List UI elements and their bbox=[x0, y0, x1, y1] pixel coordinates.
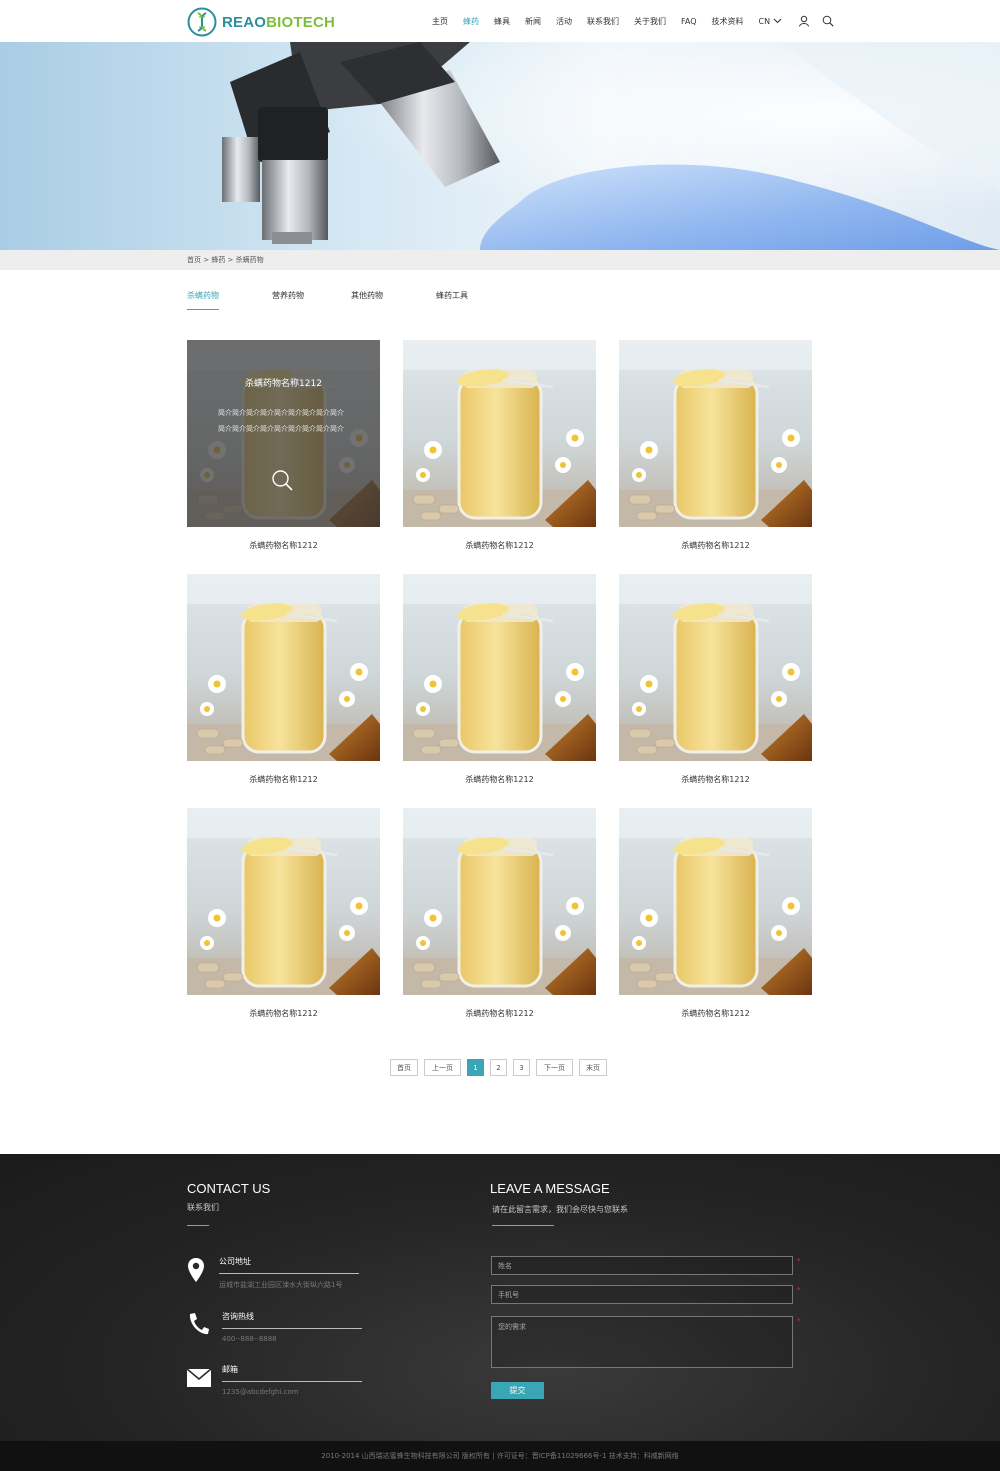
product-card[interactable]: 杀螨药物名称1212 bbox=[619, 340, 812, 551]
contact-title: CONTACT US bbox=[187, 1181, 271, 1196]
tab-medicine-tools[interactable]: 蜂药工具 bbox=[436, 290, 468, 309]
location-pin-icon bbox=[188, 1258, 204, 1282]
tab-other[interactable]: 其他药物 bbox=[351, 290, 383, 309]
copyright-bar: 2010-2014 山西瑞达蜜蜂生物科技有限公司 版权所有 | 许可证号：晋IC… bbox=[0, 1441, 1000, 1471]
user-icon[interactable] bbox=[798, 15, 810, 27]
product-card[interactable]: 杀螨药物名称1212 简介简介简介简介简介简介简介简介简介简介简介简介简介简介简介… bbox=[187, 340, 380, 551]
overlay-description: 简介简介简介简介简介简介简介简介简介简介简介简介简介简介简介简介简介简介 bbox=[218, 409, 344, 433]
tab-acaricide[interactable]: 杀螨药物 bbox=[187, 290, 219, 310]
page-first-button[interactable]: 首页 bbox=[390, 1059, 418, 1076]
product-name[interactable]: 杀螨药物名称1212 bbox=[619, 540, 812, 551]
required-mark: * bbox=[797, 1286, 801, 1294]
dna-logo-icon bbox=[187, 7, 217, 37]
product-image[interactable]: 杀螨药物名称1212 简介简介简介简介简介简介简介简介简介简介简介简介简介简介简介… bbox=[187, 340, 380, 527]
product-image[interactable] bbox=[403, 808, 596, 995]
message-title: LEAVE A MESSAGE bbox=[490, 1181, 610, 1196]
phone-icon bbox=[189, 1313, 209, 1335]
submit-button[interactable]: 提交 bbox=[491, 1382, 544, 1399]
copyright-text: 2010-2014 山西瑞达蜜蜂生物科技有限公司 版权所有 | 许可证号：晋IC… bbox=[321, 1452, 679, 1460]
message-subtitle: 请在此留言需求，我们会尽快与您联系 bbox=[492, 1205, 628, 1214]
nav-item-about[interactable]: 关于我们 bbox=[634, 16, 666, 27]
address-label: 公司地址 bbox=[219, 1257, 251, 1266]
page-3-button[interactable]: 3 bbox=[513, 1059, 530, 1076]
page-last-button[interactable]: 末页 bbox=[579, 1059, 607, 1076]
required-mark: * bbox=[797, 1317, 801, 1325]
need-textarea[interactable] bbox=[491, 1316, 793, 1368]
microscope-banner-image bbox=[0, 42, 1000, 250]
divider bbox=[222, 1381, 362, 1382]
product-name[interactable]: 杀螨药物名称1212 bbox=[187, 774, 380, 785]
product-name[interactable]: 杀螨药物名称1212 bbox=[619, 1008, 812, 1019]
search-icon[interactable] bbox=[271, 469, 293, 491]
product-card[interactable]: 杀螨药物名称1212 bbox=[187, 808, 380, 1019]
divider bbox=[219, 1273, 359, 1274]
nav-item-events[interactable]: 活动 bbox=[556, 16, 572, 27]
product-image[interactable] bbox=[403, 340, 596, 527]
phone-field[interactable] bbox=[491, 1285, 793, 1304]
product-name[interactable]: 杀螨药物名称1212 bbox=[619, 774, 812, 785]
product-name[interactable]: 杀螨药物名称1212 bbox=[187, 1008, 380, 1019]
email-label: 邮箱 bbox=[222, 1365, 238, 1374]
page-1-button[interactable]: 1 bbox=[467, 1059, 484, 1076]
tab-nutrition[interactable]: 营养药物 bbox=[272, 290, 304, 309]
chevron-down-icon bbox=[773, 18, 782, 24]
site-header: REAOBIOTECH 主页 蜂药 蜂具 新闻 活动 联系我们 关于我们 FAQ… bbox=[0, 0, 1000, 42]
page-next-button[interactable]: 下一页 bbox=[536, 1059, 573, 1076]
address-value: 运城市盐湖工业园区涑水大街纵六路1号 bbox=[219, 1281, 343, 1289]
product-image[interactable] bbox=[187, 808, 380, 995]
product-image[interactable] bbox=[403, 574, 596, 761]
phone-value: 400--888--8888 bbox=[222, 1335, 277, 1343]
divider bbox=[187, 1225, 209, 1226]
logo-text: REAOBIOTECH bbox=[222, 13, 336, 31]
language-label: CN bbox=[758, 16, 771, 26]
mail-icon bbox=[187, 1369, 211, 1387]
page-prev-button[interactable]: 上一页 bbox=[424, 1059, 461, 1076]
nav-item-bee-medicine[interactable]: 蜂药 bbox=[463, 16, 479, 27]
product-card[interactable]: 杀螨药物名称1212 bbox=[619, 574, 812, 785]
phone-label: 咨询热线 bbox=[222, 1312, 254, 1321]
nav-item-contact[interactable]: 联系我们 bbox=[587, 16, 619, 27]
product-card[interactable]: 杀螨药物名称1212 bbox=[403, 574, 596, 785]
product-card[interactable]: 杀螨药物名称1212 bbox=[619, 808, 812, 1019]
page-2-button[interactable]: 2 bbox=[490, 1059, 507, 1076]
product-image[interactable] bbox=[619, 340, 812, 527]
product-name[interactable]: 杀螨药物名称1212 bbox=[403, 774, 596, 785]
logo[interactable]: REAOBIOTECH bbox=[187, 6, 335, 38]
product-name[interactable]: 杀螨药物名称1212 bbox=[187, 540, 380, 551]
email-value: 1235@abcdefghi.com bbox=[222, 1388, 299, 1396]
product-image[interactable] bbox=[619, 574, 812, 761]
nav-item-faq[interactable]: FAQ bbox=[681, 17, 697, 26]
search-icon[interactable] bbox=[822, 15, 834, 27]
required-mark: * bbox=[797, 1257, 801, 1265]
product-card[interactable]: 杀螨药物名称1212 bbox=[403, 808, 596, 1019]
product-card[interactable]: 杀螨药物名称1212 bbox=[403, 340, 596, 551]
product-name[interactable]: 杀螨药物名称1212 bbox=[403, 540, 596, 551]
name-field[interactable] bbox=[491, 1256, 793, 1275]
product-hover-overlay[interactable]: 杀螨药物名称1212 简介简介简介简介简介简介简介简介简介简介简介简介简介简介简介… bbox=[187, 340, 380, 527]
main-nav: 主页 蜂药 蜂具 新闻 活动 联系我们 关于我们 FAQ 技术资料 CN bbox=[432, 0, 846, 42]
product-image[interactable] bbox=[187, 574, 380, 761]
contact-subtitle: 联系我们 bbox=[187, 1203, 219, 1212]
nav-item-tech-docs[interactable]: 技术资料 bbox=[712, 16, 744, 27]
hero-banner bbox=[0, 42, 1000, 250]
language-selector[interactable]: CN bbox=[759, 17, 783, 26]
nav-item-news[interactable]: 新闻 bbox=[525, 16, 541, 27]
breadcrumb-bar: 首页 > 蜂药 > 杀螨药物 bbox=[0, 250, 1000, 270]
product-card[interactable]: 杀螨药物名称1212 bbox=[187, 574, 380, 785]
divider bbox=[222, 1328, 362, 1329]
product-image[interactable] bbox=[619, 808, 812, 995]
nav-item-bee-tools[interactable]: 蜂具 bbox=[494, 16, 510, 27]
product-name[interactable]: 杀螨药物名称1212 bbox=[403, 1008, 596, 1019]
overlay-title: 杀螨药物名称1212 bbox=[245, 379, 322, 389]
nav-item-home[interactable]: 主页 bbox=[432, 16, 448, 27]
breadcrumb[interactable]: 首页 > 蜂药 > 杀螨药物 bbox=[187, 255, 264, 265]
pagination: 首页 上一页 1 2 3 下一页 末页 bbox=[390, 1059, 613, 1076]
divider bbox=[492, 1225, 554, 1226]
